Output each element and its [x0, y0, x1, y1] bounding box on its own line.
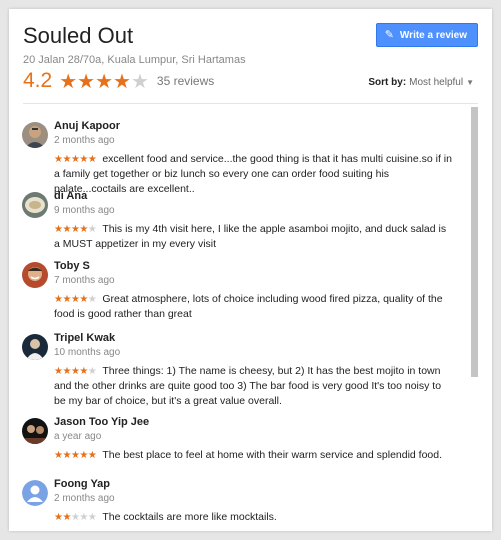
rating-score: 4.2 [23, 69, 53, 92]
star-empty-icon: ★ [79, 512, 88, 523]
review-stars: ★★★★★ [54, 366, 97, 377]
avatar[interactable] [22, 262, 48, 288]
star-filled-icon: ★ [87, 154, 97, 165]
star-filled-icon: ★ [79, 294, 88, 305]
review-stars: ★★★★★ [54, 512, 97, 523]
star-filled-icon: ★ [79, 224, 88, 235]
star-filled-icon: ★ [113, 70, 131, 93]
review-item: Anuj Kapoor 2 months ago ★★★★★ excellent … [22, 119, 454, 195]
star-filled-icon: ★ [62, 512, 71, 523]
star-filled-icon: ★ [62, 366, 71, 377]
star-filled-icon: ★ [62, 224, 71, 235]
sort-value: Most helpful [409, 77, 464, 88]
star-empty-icon: ★ [87, 224, 97, 235]
star-filled-icon: ★ [77, 70, 96, 93]
review-text: ★★★★★ The cocktails are more like mocktai… [54, 510, 454, 525]
star-empty-icon: ★ [87, 512, 97, 523]
review-stars: ★★★★★ [54, 450, 97, 461]
avatar[interactable] [22, 192, 48, 218]
reviewer-name[interactable]: Toby S [54, 259, 454, 273]
star-filled-icon: ★ [79, 366, 88, 377]
rating-stars: ★★★★★ [59, 69, 149, 94]
avatar[interactable] [22, 334, 48, 360]
reviewer-name[interactable]: Foong Yap [54, 477, 454, 491]
star-filled-icon: ★ [62, 294, 71, 305]
review-item: Toby S 7 months ago ★★★★★ Great atmospher… [22, 259, 454, 331]
review-count-link[interactable]: 35 reviews [157, 74, 214, 88]
divider [23, 103, 478, 104]
reviewer-name[interactable]: Jason Too Yip Jee [54, 415, 454, 429]
pencil-icon: ✎ [384, 28, 394, 41]
review-stars: ★★★★★ [54, 294, 97, 305]
review-body: The cocktails are more like mocktails. [102, 511, 277, 523]
star-filled-icon: ★ [87, 450, 97, 461]
write-review-button[interactable]: ✎ Write a review [375, 23, 478, 47]
review-body: Three things: 1) The name is cheesy, but… [54, 365, 442, 407]
review-time: 10 months ago [54, 347, 121, 358]
review-item: Jason Too Yip Jee a year ago ★★★★★ The be… [22, 415, 454, 477]
star-filled-icon: ★ [62, 154, 71, 165]
review-item: Tripel Kwak 10 months ago ★★★★★ Three thi… [22, 331, 454, 415]
star-filled-icon: ★ [79, 450, 88, 461]
star-empty-icon: ★ [87, 294, 97, 305]
review-body: This is my 4th visit here, I like the ap… [54, 223, 447, 250]
review-body: Great atmosphere, lots of choice includi… [54, 293, 443, 320]
reviews-panel: Souled Out 20 Jalan 28/70a, Kuala Lumpur… [9, 9, 492, 531]
review-text: ★★★★★ Great atmosphere, lots of choice in… [54, 292, 454, 322]
default-person-icon[interactable] [22, 480, 48, 506]
review-body: The best place to feel at home with thei… [102, 449, 443, 461]
star-empty-icon: ★ [87, 366, 97, 377]
sort-dropdown[interactable]: Sort by: Most helpful ▼ [368, 77, 474, 88]
avatar[interactable] [22, 418, 48, 444]
avatar[interactable] [22, 122, 48, 148]
review-time: 7 months ago [54, 275, 115, 286]
review-text: ★★★★★ The best place to feel at home with… [54, 448, 454, 463]
reviewer-name[interactable]: di Ana [54, 189, 454, 203]
place-address: 20 Jalan 28/70a, Kuala Lumpur, Sri Harta… [23, 54, 246, 66]
write-review-label: Write a review [399, 29, 467, 41]
review-list: Anuj Kapoor 2 months ago ★★★★★ excellent … [22, 119, 454, 527]
review-time: 2 months ago [54, 135, 115, 146]
review-text: ★★★★★ Three things: 1) The name is cheesy… [54, 364, 454, 409]
review-time: 9 months ago [54, 205, 115, 216]
star-empty-icon: ★ [130, 70, 149, 93]
star-filled-icon: ★ [62, 450, 71, 461]
review-stars: ★★★★★ [54, 224, 97, 235]
review-item: Foong Yap 2 months ago ★★★★★ The cocktail… [22, 477, 454, 527]
review-item: di Ana 9 months ago ★★★★★ This is my 4th … [22, 189, 454, 259]
review-text: ★★★★★ This is my 4th visit here, I like t… [54, 222, 454, 252]
reviewer-name[interactable]: Anuj Kapoor [54, 119, 454, 133]
sort-label: Sort by: [368, 77, 407, 88]
scrollbar[interactable] [471, 107, 478, 377]
review-stars: ★★★★★ [54, 154, 97, 165]
review-time: 2 months ago [54, 493, 115, 504]
star-filled-icon: ★ [59, 70, 78, 93]
chevron-down-icon: ▼ [466, 78, 474, 87]
reviewer-name[interactable]: Tripel Kwak [54, 331, 454, 345]
review-time: a year ago [54, 431, 102, 442]
star-filled-icon: ★ [95, 70, 114, 93]
place-header: Souled Out 20 Jalan 28/70a, Kuala Lumpur… [23, 23, 478, 66]
star-filled-icon: ★ [79, 154, 88, 165]
